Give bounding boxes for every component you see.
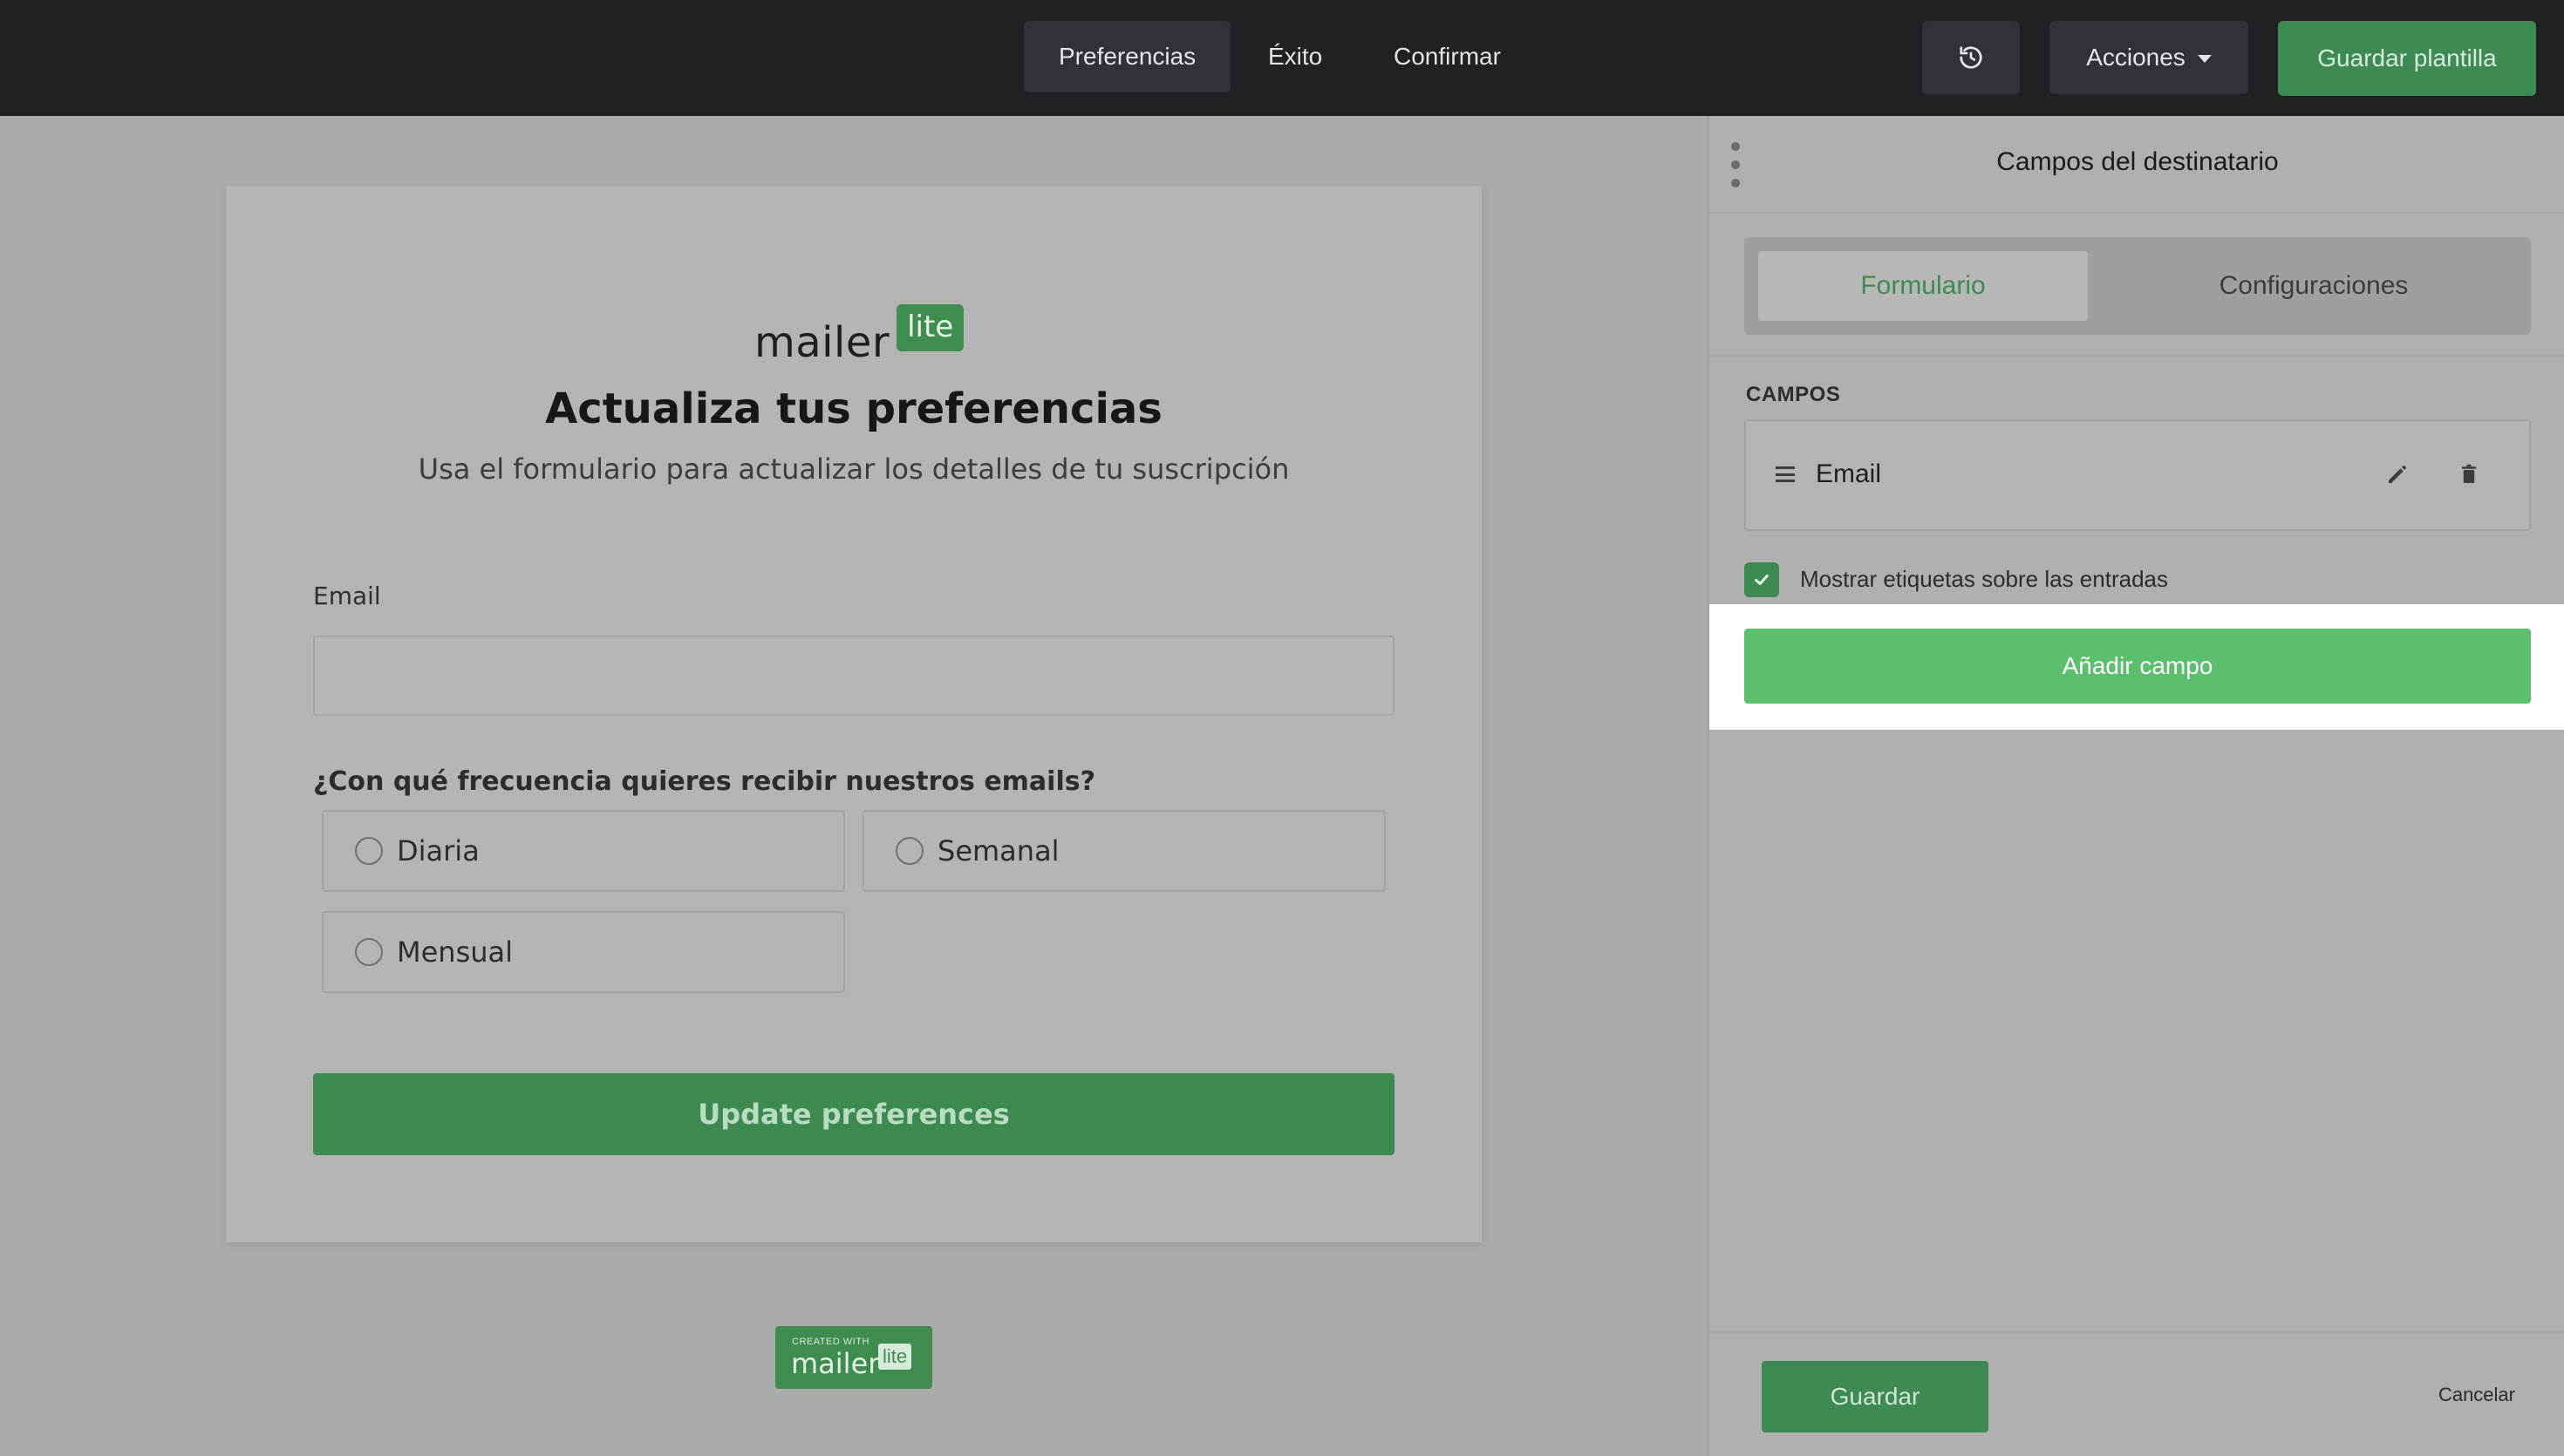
fields-section-label: CAMPOS <box>1746 383 1841 406</box>
divider <box>1709 355 2564 357</box>
created-lite-badge: lite <box>878 1344 912 1370</box>
save-button[interactable]: Guardar <box>1762 1361 1988 1432</box>
show-labels-checkbox[interactable] <box>1744 562 1779 597</box>
save-template-button[interactable]: Guardar plantilla <box>2278 21 2536 96</box>
tab-configuraciones[interactable]: Configuraciones <box>2111 251 2517 321</box>
radio-option-label: Mensual <box>397 936 514 969</box>
tab-formulario[interactable]: Formulario <box>1758 251 2088 321</box>
email-field-label: Email <box>313 582 381 610</box>
panel-footer: Guardar Cancelar <box>1709 1331 2564 1456</box>
radio-option-semanal[interactable]: Semanal <box>863 810 1386 892</box>
radio-circle-icon <box>896 837 924 865</box>
form-preview-canvas: mailer lite Actualiza tus preferencias U… <box>0 116 1708 1456</box>
panel-tabs: Formulario Configuraciones <box>1744 237 2531 335</box>
history-button[interactable] <box>1922 21 2020 94</box>
panel-header: Campos del destinatario <box>1709 116 2564 214</box>
history-icon <box>1960 46 1982 69</box>
caret-down-icon <box>2197 54 2212 63</box>
actions-dropdown[interactable]: Acciones <box>2049 21 2248 94</box>
actions-label: Acciones <box>2086 44 2186 71</box>
check-icon <box>1755 574 1769 586</box>
created-with-mailerlite-badge[interactable]: CREATED WITH mailer lite <box>775 1326 932 1389</box>
trash-icon[interactable] <box>2456 461 2482 487</box>
tab-preferencias[interactable]: Preferencias <box>1024 21 1231 92</box>
page-subtitle: Usa el formulario para actualizar los de… <box>418 452 1290 486</box>
tab-confirmar[interactable]: Confirmar <box>1359 21 1536 92</box>
tab-exito[interactable]: Éxito <box>1233 21 1357 92</box>
email-field[interactable] <box>313 636 1395 716</box>
radio-option-diaria[interactable]: Diaria <box>322 810 845 892</box>
update-preferences-button[interactable]: Update preferences <box>313 1073 1395 1155</box>
radio-circle-icon <box>355 938 383 966</box>
pencil-icon[interactable] <box>2384 461 2411 487</box>
preview-card: mailer lite Actualiza tus preferencias U… <box>226 186 1482 1242</box>
cancel-link[interactable]: Cancelar <box>2438 1384 2515 1406</box>
field-row-label: Email <box>1816 459 1882 488</box>
logo-badge: lite <box>897 304 965 351</box>
page-title: Actualiza tus preferencias <box>545 384 1163 433</box>
add-field-button[interactable]: Añadir campo <box>1744 629 2531 704</box>
radio-option-label: Diaria <box>397 834 480 867</box>
radio-option-mensual[interactable]: Mensual <box>322 911 845 993</box>
show-labels-label: Mostrar etiquetas sobre las entradas <box>1800 566 2168 592</box>
panel-title: Campos del destinatario <box>1996 147 2279 176</box>
recipient-fields-panel: Campos del destinatario Formulario Confi… <box>1708 116 2564 1456</box>
logo-text: mailer <box>754 318 890 367</box>
created-mailer-text: mailer <box>791 1347 880 1380</box>
radio-circle-icon <box>355 837 383 865</box>
mailerlite-logo: mailer lite <box>754 304 965 367</box>
field-row-email[interactable]: Email <box>1744 419 2531 531</box>
radio-option-label: Semanal <box>938 834 1060 867</box>
frequency-question: ¿Con qué frecuencia quieres recibir nues… <box>313 766 1095 797</box>
drag-handle-icon[interactable] <box>1776 466 1795 482</box>
created-with-text: CREATED WITH <box>792 1337 869 1347</box>
top-bar: Preferencias Éxito Confirmar Acciones Gu… <box>0 0 2564 116</box>
